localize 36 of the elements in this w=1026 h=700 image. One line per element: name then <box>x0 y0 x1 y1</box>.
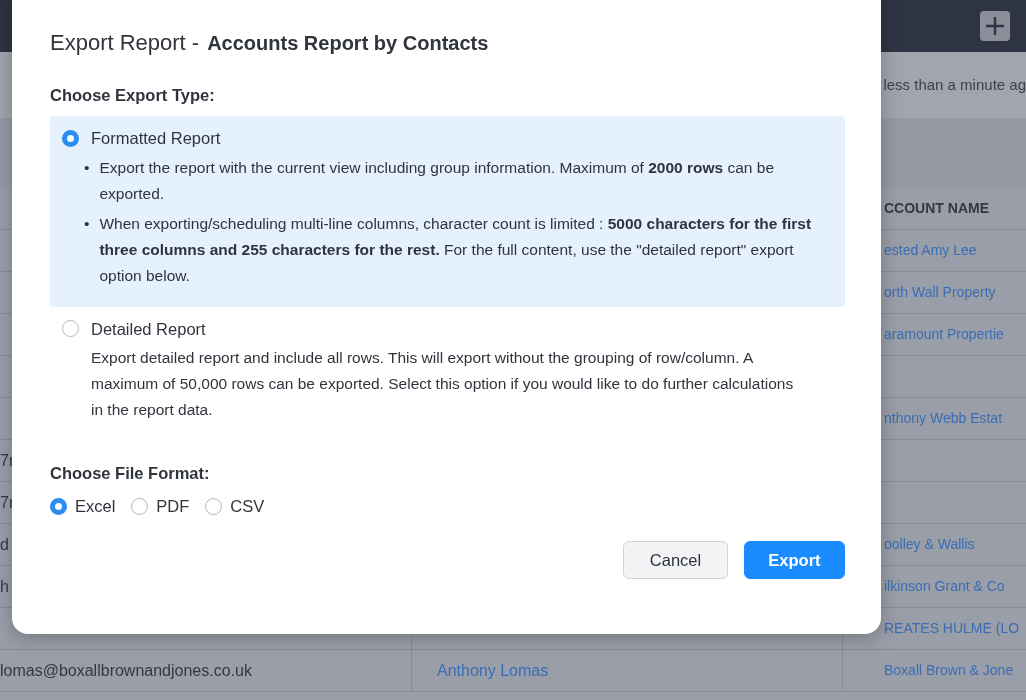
table-cell-text: d <box>0 534 9 555</box>
table-link[interactable]: Anthony Lomas <box>437 658 549 683</box>
table-link[interactable]: ested Amy Lee <box>884 240 977 261</box>
option-description: Export detailed report and include all rows. This will export without the grouping of row/column. A maximum of 50,000 rows can be exported. Select this option if you would like to do further calculations in the report data. <box>90 348 795 421</box>
bullet-marker: • <box>84 157 90 178</box>
section-label: Choose File Format: <box>50 463 211 485</box>
export-button[interactable]: Export <box>744 540 845 579</box>
option-label[interactable]: Excel <box>75 494 116 519</box>
dialog-title: Export Report - <box>50 29 200 57</box>
table-link[interactable]: ilkinson Grant & Co <box>884 576 1005 597</box>
column-header: CCOUNT NAME <box>884 199 989 218</box>
updated-time-text: less than a minute ag <box>883 74 1026 95</box>
cancel-button[interactable]: Cancel <box>623 540 728 579</box>
table-cell-text: h <box>0 576 9 597</box>
option-label[interactable]: Formatted Report <box>91 125 221 151</box>
radio-button[interactable] <box>131 497 149 515</box>
radio-button[interactable] <box>50 497 67 515</box>
table-cell-text: lomas@boxallbrownandjones.co.uk <box>0 660 252 681</box>
plus-icon[interactable] <box>980 11 1010 41</box>
dialog-subtitle: Accounts Report by Contacts <box>207 31 489 56</box>
option-label[interactable]: CSV <box>230 494 265 519</box>
option-label[interactable]: PDF <box>156 494 190 519</box>
section-label: Choose Export Type: <box>50 85 216 106</box>
option-label[interactable]: Detailed Report <box>91 316 206 342</box>
table-link[interactable]: nthony Webb Estat <box>884 408 1003 429</box>
table-link[interactable]: orth Wall Property <box>884 282 996 303</box>
radio-button[interactable] <box>62 129 79 147</box>
bullet-marker: • <box>84 213 90 234</box>
option-description: Export the report with the current view including group information. Maximum of 2000 rows can be exported. <box>99 157 776 204</box>
radio-button[interactable] <box>62 320 79 338</box>
table-link[interactable]: REATES HULME (LO <box>884 618 1020 639</box>
option-description: When exporting/scheduling multi-line columns, character count is limited : 5000 characters for the first three columns and 255 characters for the rest. For the full content, use the "detailed report" export option below. <box>99 213 813 286</box>
table-link[interactable]: aramount Propertie <box>884 324 1004 345</box>
radio-button[interactable] <box>205 497 223 515</box>
table-link[interactable]: Boxall Brown & Jone <box>884 660 1014 681</box>
table-link[interactable]: oolley & Wallis <box>884 534 975 555</box>
